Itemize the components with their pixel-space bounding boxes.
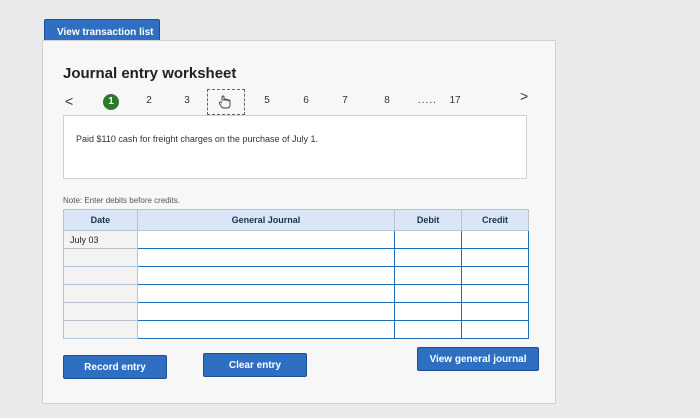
credit-cell[interactable] xyxy=(461,320,529,339)
general-journal-column-header: General Journal xyxy=(136,209,396,231)
date-cell[interactable] xyxy=(63,302,138,321)
hand-pointer-icon xyxy=(218,95,231,109)
next-chevron-icon[interactable]: > xyxy=(520,88,528,104)
general-journal-cell[interactable] xyxy=(136,284,396,303)
journal-table: Date General Journal Debit Credit July 0… xyxy=(63,209,529,339)
worksheet-title: Journal entry worksheet xyxy=(63,65,237,82)
debit-cell[interactable] xyxy=(394,266,463,285)
general-journal-cell[interactable] xyxy=(136,266,396,285)
date-cell[interactable] xyxy=(63,266,138,285)
transaction-description-box: Paid $110 cash for freight charges on th… xyxy=(63,115,527,179)
view-general-journal-button[interactable]: View general journal xyxy=(417,347,539,371)
debit-cell[interactable] xyxy=(394,248,463,267)
debit-cell[interactable] xyxy=(394,284,463,303)
step-5[interactable]: 5 xyxy=(259,95,275,106)
date-cell[interactable] xyxy=(63,284,138,303)
step-3[interactable]: 3 xyxy=(179,95,195,106)
clear-entry-button[interactable]: Clear entry xyxy=(203,353,307,377)
table-row xyxy=(63,302,529,321)
table-row xyxy=(63,266,529,285)
step-7[interactable]: 7 xyxy=(337,95,353,106)
table-row xyxy=(63,320,529,339)
step-8[interactable]: 8 xyxy=(379,95,395,106)
credit-cell[interactable] xyxy=(461,248,529,267)
entry-note: Note: Enter debits before credits. xyxy=(63,196,180,205)
date-cell[interactable] xyxy=(63,320,138,339)
general-journal-cell[interactable] xyxy=(136,248,396,267)
step-1[interactable]: 1 xyxy=(103,94,119,110)
debit-column-header: Debit xyxy=(394,209,463,231)
credit-cell[interactable] xyxy=(461,302,529,321)
date-column-header: Date xyxy=(63,209,138,231)
date-cell[interactable] xyxy=(63,248,138,267)
general-journal-cell[interactable] xyxy=(136,320,396,339)
journal-worksheet-panel: Journal entry worksheet < 1 2 3 5 6 7 8 … xyxy=(42,40,556,404)
table-row xyxy=(63,248,529,267)
step-2[interactable]: 2 xyxy=(141,95,157,106)
step-4-hand-pointer-icon[interactable] xyxy=(207,89,245,115)
date-cell[interactable]: July 03 xyxy=(63,230,138,249)
steps-ellipsis: ..... xyxy=(418,95,437,106)
debit-cell[interactable] xyxy=(394,230,463,249)
general-journal-cell[interactable] xyxy=(136,302,396,321)
credit-column-header: Credit xyxy=(461,209,529,231)
prev-chevron-icon[interactable]: < xyxy=(65,93,73,109)
debit-cell[interactable] xyxy=(394,302,463,321)
journal-header-row: Date General Journal Debit Credit xyxy=(63,209,529,231)
step-6[interactable]: 6 xyxy=(298,95,314,106)
credit-cell[interactable] xyxy=(461,284,529,303)
debit-cell[interactable] xyxy=(394,320,463,339)
general-journal-cell[interactable] xyxy=(136,230,396,249)
credit-cell[interactable] xyxy=(461,230,529,249)
step-17[interactable]: 17 xyxy=(447,95,463,106)
record-entry-button[interactable]: Record entry xyxy=(63,355,167,379)
credit-cell[interactable] xyxy=(461,266,529,285)
table-row xyxy=(63,284,529,303)
table-row: July 03 xyxy=(63,230,529,249)
transaction-description: Paid $110 cash for freight charges on th… xyxy=(76,134,318,144)
